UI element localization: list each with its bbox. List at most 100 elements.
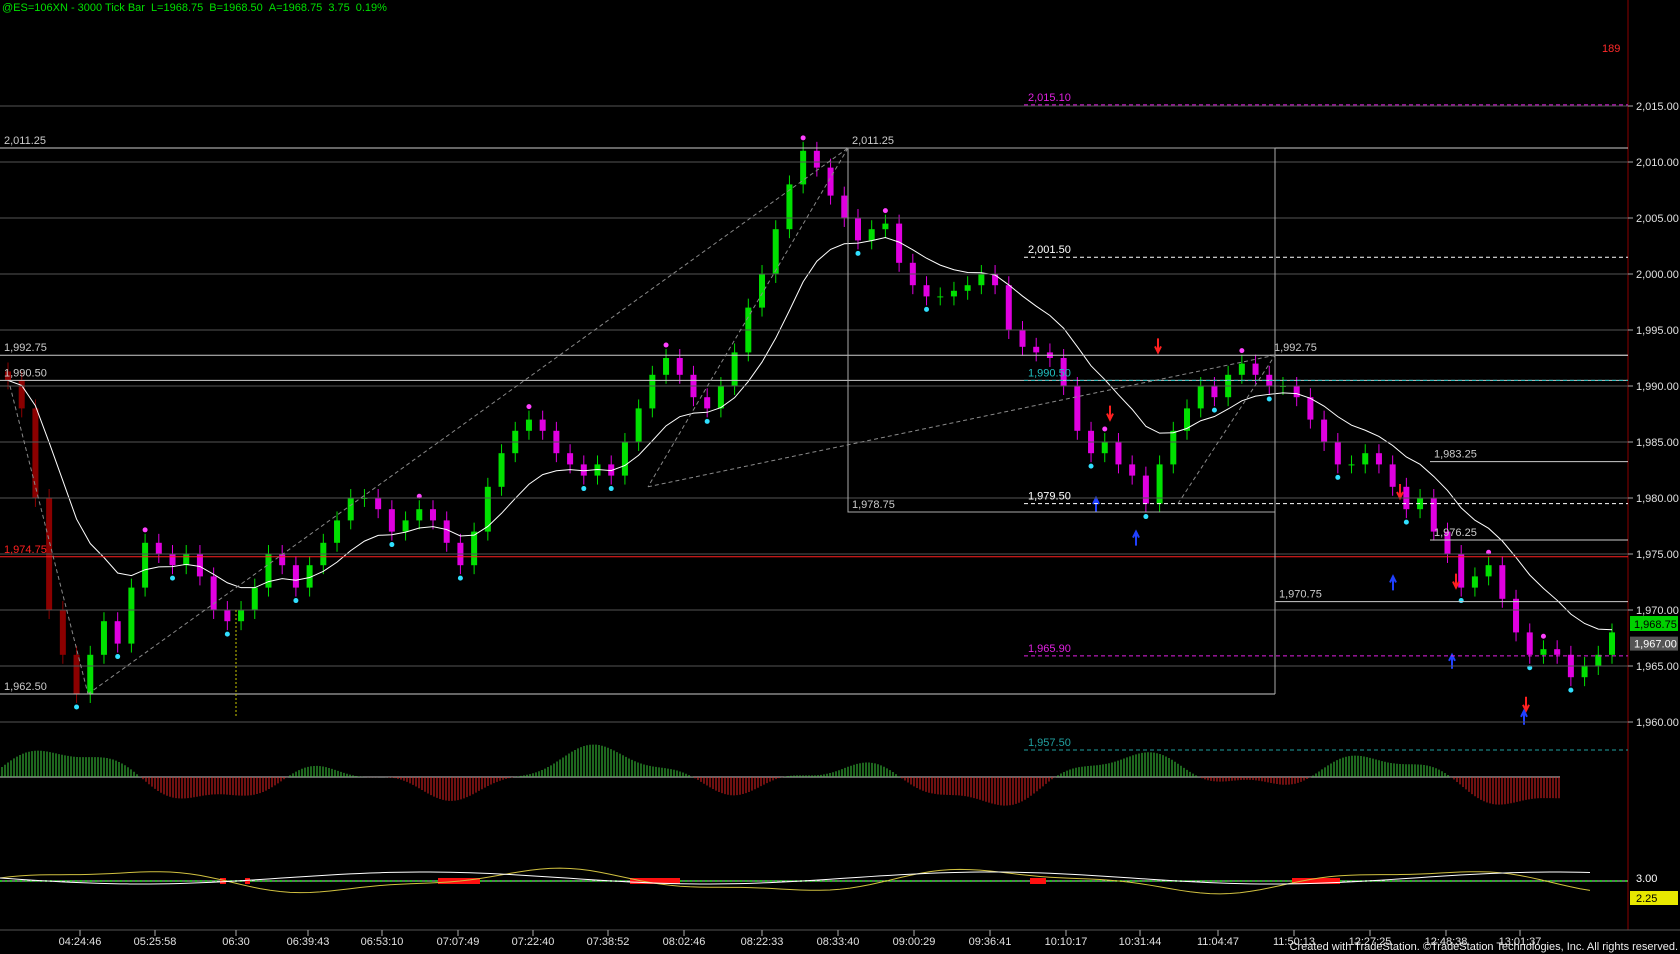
price-chart[interactable]: 2,015.00 2,010.00 2,005.00 2,000.00 1,995.00…: [0, 0, 1680, 954]
candle-body: [854, 218, 861, 241]
x-tick-label: 11:04:47: [1197, 936, 1239, 948]
swing-low-dot: [293, 598, 299, 604]
candle-body: [772, 229, 779, 274]
candle-body: [1609, 632, 1615, 655]
price-axis-bg: [1628, 0, 1680, 954]
swing-high-dot: [1540, 633, 1546, 639]
candle-body: [567, 453, 574, 465]
x-tick-label: 08:02:46: [663, 936, 706, 948]
y-tick-label: 2,000.00: [1636, 269, 1679, 281]
bid-price: B=1968.50: [209, 2, 263, 14]
candle-body: [210, 576, 217, 610]
candle-body: [1321, 419, 1328, 442]
alert-segment: [1030, 878, 1046, 884]
level-label: 2,001.50: [1028, 244, 1071, 256]
candle-body: [183, 554, 190, 566]
candle-body: [813, 150, 820, 168]
swing-low-dot: [581, 486, 587, 492]
candle-body: [238, 610, 245, 622]
white-indicator-line: [0, 871, 1591, 885]
candle-body: [882, 223, 889, 230]
candle-body: [923, 285, 930, 297]
x-tick-label: 06:30: [222, 936, 250, 948]
level-label: 2,015.10: [1028, 92, 1071, 104]
candle-body: [224, 610, 231, 622]
candle-body: [1170, 430, 1177, 465]
candle-body: [1334, 442, 1341, 465]
candle-body: [155, 542, 162, 554]
chart-header: @ES=106XN - 3000 Tick Bar L=1968.75 B=1968…: [2, 2, 393, 14]
level-label: 1,962.50: [4, 681, 47, 693]
candle-body: [1389, 464, 1396, 487]
y-tick-label: 1,995.00: [1636, 325, 1679, 337]
candle-body: [580, 464, 587, 476]
y-tick-label: 1,960.00: [1636, 717, 1679, 729]
secondary-price-badge-label: 1,967.00: [1634, 639, 1677, 651]
swing-low-dot: [924, 306, 930, 312]
candle-body: [1581, 666, 1588, 678]
candle-body: [429, 509, 436, 521]
swing-low-dot: [74, 704, 80, 710]
candle-body: [676, 358, 683, 375]
candle-body: [169, 554, 176, 566]
candle-body: [937, 296, 944, 298]
y-tick-label: 1,980.00: [1636, 493, 1679, 505]
candle-body: [416, 509, 423, 521]
candle-body: [1252, 363, 1259, 375]
buy-arrow-icon: [1132, 529, 1140, 546]
y-tick-label: 1,970.00: [1636, 605, 1679, 617]
candle-body: [704, 397, 711, 409]
swing-low-dot: [1568, 687, 1574, 693]
swing-low-dot: [1458, 598, 1464, 604]
x-tick-label: 08:33:40: [817, 936, 860, 948]
ask-price: A=1968.75: [268, 2, 323, 14]
candle-body: [1074, 386, 1081, 431]
candle-body: [402, 520, 409, 532]
candle-body: [1540, 649, 1547, 655]
level-label: 1,970.75: [1279, 589, 1322, 601]
candle-body: [621, 442, 628, 476]
sell-arrow-icon: [1396, 484, 1404, 501]
level-label: 1,957.50: [1028, 737, 1071, 749]
level-label: 1,976.25: [1434, 527, 1477, 539]
candle-body: [347, 498, 354, 521]
swing-high-dot: [882, 208, 888, 214]
candle-body: [539, 419, 546, 431]
swing-low-dot: [1335, 474, 1341, 480]
level-label: 1,983.25: [1434, 449, 1477, 461]
sell-arrow-icon: [1154, 338, 1162, 355]
swing-low-dot: [704, 418, 710, 424]
trend-line: [647, 354, 1276, 488]
swing-low-dot: [1266, 396, 1272, 402]
level-label: 2,011.25: [4, 135, 46, 147]
alert-segment: [245, 878, 250, 884]
candle-body: [1115, 442, 1122, 465]
level-label: 1,992.75: [4, 342, 47, 354]
candle-body: [443, 520, 450, 543]
y-tick-label: 1,985.00: [1636, 437, 1679, 449]
candle-body: [759, 274, 766, 308]
x-tick-label: 09:00:29: [893, 936, 936, 948]
sell-arrow-icon: [1106, 405, 1114, 422]
swing-high-dot: [663, 342, 669, 348]
candle-body: [87, 654, 94, 694]
candle-body: [73, 654, 80, 694]
trend-line: [87, 147, 849, 695]
candle-body: [1238, 363, 1245, 375]
candle-body: [1197, 386, 1204, 409]
candle-body: [334, 520, 341, 543]
candle-body: [128, 587, 135, 644]
level-label: 1,978.75: [852, 499, 895, 511]
candle-body: [1375, 453, 1382, 465]
level-label: 1,990.50: [1028, 367, 1071, 379]
candle-body: [279, 554, 286, 566]
candle-body: [978, 274, 985, 286]
candle-body: [1293, 386, 1300, 398]
candle-body: [1526, 632, 1533, 655]
swing-high-dot: [142, 527, 148, 533]
x-tick-label: 09:36:41: [969, 936, 1012, 948]
buy-arrow-icon: [1389, 574, 1397, 591]
y-tick-label: 2,015.00: [1636, 101, 1679, 113]
x-tick-label: 07:38:52: [587, 936, 630, 948]
candle-body: [1485, 565, 1492, 577]
